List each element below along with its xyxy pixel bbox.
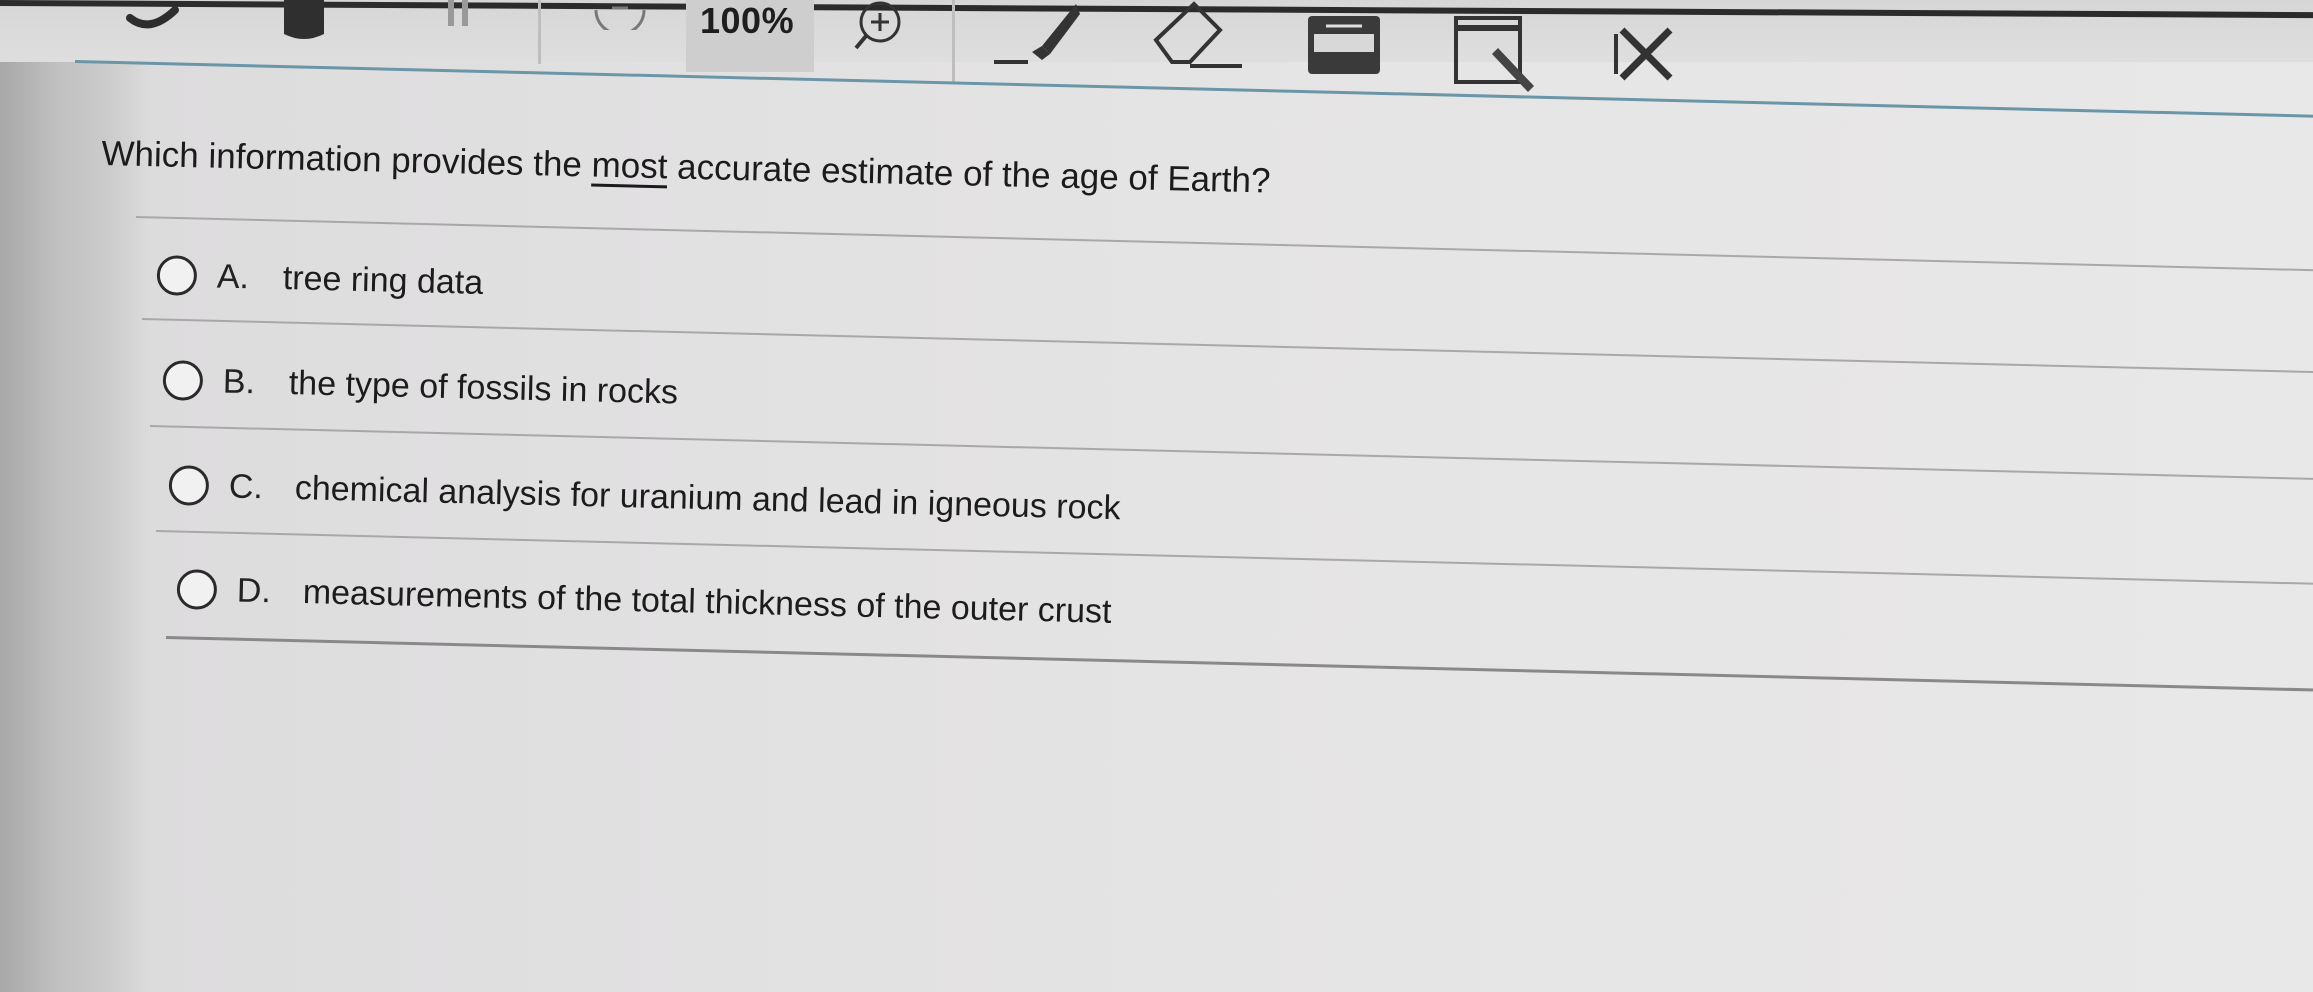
zoom-in-icon[interactable]	[850, 0, 908, 52]
eraser-icon[interactable]	[1150, 0, 1246, 72]
option-text: the type of fossils in rocks	[288, 363, 679, 412]
answer-option-b[interactable]: B. the type of fossils in rocks	[162, 335, 679, 438]
undo-icon[interactable]	[120, 0, 190, 34]
bookmark-icon[interactable]	[282, 0, 326, 42]
line-reader-icon[interactable]	[1450, 14, 1540, 94]
option-text: chemical analysis for uranium and lead i…	[294, 468, 1121, 527]
zoom-out-icon[interactable]	[592, 0, 650, 30]
option-letter: C.	[228, 466, 264, 506]
option-letter: D.	[236, 570, 272, 610]
radio-button-d[interactable]	[176, 568, 218, 610]
answer-option-a[interactable]: A. tree ring data	[156, 230, 484, 328]
answer-eliminator-icon[interactable]	[1610, 24, 1682, 84]
notepad-icon[interactable]	[1306, 12, 1382, 78]
pause-icon[interactable]	[440, 0, 480, 30]
zoom-level: 100%	[700, 0, 795, 41]
question-emphasis: most	[591, 145, 668, 187]
toolbar-separator	[952, 0, 955, 84]
toolbar: 100%	[0, 0, 2313, 92]
radio-button-b[interactable]	[162, 359, 204, 401]
option-text: measurements of the total thickness of t…	[302, 572, 1112, 631]
radio-button-a[interactable]	[156, 254, 198, 296]
option-letter: A.	[216, 256, 250, 296]
option-text: tree ring data	[282, 258, 484, 302]
toolbar-separator	[538, 0, 541, 64]
highlighter-icon[interactable]	[992, 0, 1082, 66]
option-letter: B.	[222, 361, 256, 401]
radio-button-c[interactable]	[168, 464, 210, 506]
